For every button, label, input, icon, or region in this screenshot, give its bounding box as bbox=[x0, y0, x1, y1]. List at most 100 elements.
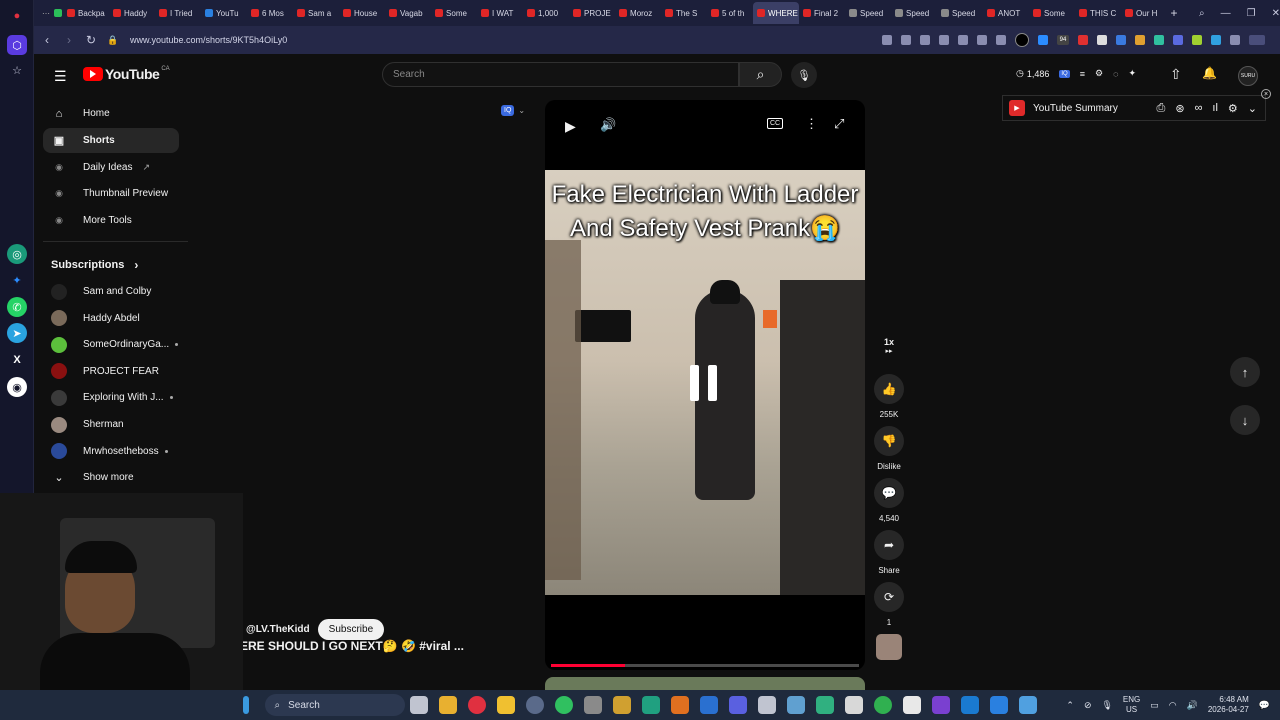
menu-icon[interactable] bbox=[996, 35, 1006, 45]
audio-icon[interactable]: ıl bbox=[1212, 102, 1218, 115]
subscription-item[interactable]: Sam and Colby bbox=[43, 279, 179, 304]
app-diamond-icon[interactable] bbox=[787, 696, 805, 714]
next-short-button[interactable]: ↓ bbox=[1230, 405, 1260, 435]
comments-button[interactable]: 💬 4,540 bbox=[869, 478, 909, 523]
tray-volume-icon[interactable]: 🔊 bbox=[1187, 700, 1198, 711]
forward-icon[interactable]: › bbox=[58, 33, 80, 47]
list-icon[interactable]: ≡ bbox=[1080, 69, 1085, 79]
app-white-icon[interactable] bbox=[845, 696, 863, 714]
app-sheet-icon[interactable] bbox=[816, 696, 834, 714]
tab-item[interactable]: ANOT bbox=[983, 2, 1029, 24]
captions-icon[interactable]: CC bbox=[767, 118, 784, 129]
chrome-icon[interactable] bbox=[526, 696, 544, 714]
profile-icon[interactable] bbox=[1015, 33, 1029, 47]
dislike-button[interactable]: 👎 Dislike bbox=[869, 426, 909, 471]
app-bolt-icon[interactable] bbox=[497, 696, 515, 714]
remix-button[interactable]: ⟳ 1 bbox=[869, 582, 909, 627]
shorts-player[interactable]: ▶ 🔊 CC ⋮ ⤢ Fake Electrician With Ladder … bbox=[545, 100, 865, 670]
app-green-icon[interactable] bbox=[555, 696, 573, 714]
extension-5-icon[interactable] bbox=[1154, 35, 1164, 45]
new-tab-button[interactable]: + bbox=[1167, 2, 1181, 24]
heart-icon[interactable] bbox=[958, 35, 968, 45]
tab-item[interactable]: I Tried bbox=[155, 2, 201, 24]
language-indicator[interactable]: ENG US bbox=[1123, 695, 1140, 715]
clock[interactable]: 6:48 AM 2026-04-27 bbox=[1208, 695, 1249, 715]
subscription-item[interactable]: Haddy Abdel bbox=[43, 306, 179, 331]
tab-item[interactable]: WHERE bbox=[753, 2, 800, 24]
download-icon[interactable] bbox=[977, 35, 987, 45]
app-purple-icon[interactable] bbox=[932, 696, 950, 714]
app-yellow-icon[interactable] bbox=[613, 696, 631, 714]
file-explorer-icon[interactable] bbox=[439, 696, 457, 714]
tab-item[interactable]: Final 2 bbox=[799, 2, 845, 24]
iq-icon[interactable]: IQ bbox=[1059, 69, 1070, 78]
avatar[interactable]: SURU bbox=[1238, 66, 1258, 86]
taskbar-search[interactable]: ⌕ Search bbox=[264, 694, 405, 716]
pinboard-icon[interactable]: ☆ bbox=[7, 60, 27, 80]
upload-icon[interactable]: ⇧ bbox=[1170, 66, 1182, 83]
extension-2-icon[interactable] bbox=[1078, 35, 1088, 45]
extension-1-icon[interactable] bbox=[1038, 35, 1048, 45]
like-button[interactable]: 👍 255K bbox=[869, 374, 909, 419]
extension-3-icon[interactable] bbox=[1116, 35, 1126, 45]
short-title[interactable]: ERE SHOULD I GO NEXT🤔 🤣 #viral ... bbox=[240, 639, 530, 653]
more-options-icon[interactable]: ⋮ bbox=[805, 116, 818, 132]
glasses-icon[interactable]: ∞ bbox=[1195, 102, 1203, 115]
app-network-icon[interactable] bbox=[758, 696, 776, 714]
tab-item[interactable]: Our H bbox=[1121, 2, 1167, 24]
opera-logo-icon[interactable]: ● bbox=[7, 6, 27, 26]
subscription-item[interactable]: PROJECT FEAR bbox=[43, 359, 179, 384]
notifications-icon[interactable]: 🔔 bbox=[1202, 66, 1217, 80]
play-icon[interactable] bbox=[939, 35, 949, 45]
sidebar-item-thumbnail-preview[interactable]: ◉ Thumbnail Preview bbox=[43, 181, 179, 206]
tab-item[interactable]: Speed bbox=[891, 2, 937, 24]
transcript-icon[interactable]: ⎙ bbox=[1157, 102, 1166, 115]
url-text[interactable]: www.youtube.com/shorts/9KT5h4OiLy0 bbox=[130, 35, 287, 45]
vlc-icon[interactable] bbox=[671, 696, 689, 714]
tray-mic-icon[interactable]: 🎙 bbox=[1101, 700, 1112, 711]
rss-icon[interactable] bbox=[1097, 35, 1107, 45]
workspace-icon[interactable]: ⬡ bbox=[7, 35, 27, 55]
sidebar-item-home[interactable]: ⌂ Home bbox=[43, 101, 179, 126]
camera-icon[interactable] bbox=[901, 35, 911, 45]
play-icon[interactable]: ▶ bbox=[565, 118, 576, 135]
app-obs-icon[interactable] bbox=[903, 696, 921, 714]
next-short-preview[interactable] bbox=[545, 677, 865, 690]
search-tabs-icon[interactable]: ⌕ bbox=[1199, 8, 1205, 19]
tab-item[interactable]: 6 Mos bbox=[247, 2, 293, 24]
settings-icon[interactable]: ⚙ bbox=[1228, 102, 1238, 115]
show-more-button[interactable]: ⌄ Show more bbox=[43, 465, 179, 490]
tab-item[interactable]: Haddy bbox=[109, 2, 155, 24]
subscribe-button[interactable]: Subscribe bbox=[317, 619, 385, 640]
close-panel-icon[interactable]: × bbox=[1261, 89, 1271, 99]
subscription-item[interactable]: Sherman bbox=[43, 412, 179, 437]
sidebar-item-shorts[interactable]: ▣ Shorts bbox=[43, 127, 179, 153]
telegram-icon[interactable]: ➤ bbox=[7, 323, 27, 343]
youtube-logo[interactable]: YouTube CA bbox=[83, 66, 170, 82]
windows-start-icon[interactable] bbox=[243, 696, 249, 714]
subscription-item[interactable]: SomeOrdinaryGa... bbox=[43, 332, 179, 357]
maximize-icon[interactable]: ❐ bbox=[1247, 8, 1256, 19]
channel-name[interactable]: @LV.TheKidd bbox=[246, 624, 310, 635]
speed-control[interactable]: 1x ▸▸ bbox=[869, 337, 909, 355]
music-icon[interactable]: ◉ bbox=[7, 377, 27, 397]
ai-icon[interactable] bbox=[1249, 35, 1265, 45]
puzzle-icon[interactable] bbox=[1230, 35, 1240, 45]
tab-item[interactable]: Some bbox=[1029, 2, 1075, 24]
discord-icon[interactable] bbox=[729, 696, 747, 714]
tray-wifi-icon[interactable]: ◠ bbox=[1169, 700, 1177, 711]
app-blue-icon[interactable] bbox=[700, 696, 718, 714]
volume-icon[interactable]: 🔊 bbox=[600, 117, 616, 133]
search-button[interactable]: ⌕ bbox=[739, 62, 782, 87]
search-input[interactable]: Search bbox=[382, 62, 739, 87]
chatgpt-icon[interactable]: ◎ bbox=[7, 244, 27, 264]
subscription-item[interactable]: Mrwhosetheboss bbox=[43, 439, 179, 464]
tab-pinned[interactable] bbox=[50, 2, 63, 24]
chatgpt-icon[interactable]: ⊛ bbox=[1175, 102, 1184, 115]
tray-display-icon[interactable]: ▭ bbox=[1150, 700, 1159, 711]
task-view-icon[interactable] bbox=[410, 696, 428, 714]
hamburger-menu-icon[interactable]: ☰ bbox=[54, 68, 67, 85]
edit-icon[interactable] bbox=[882, 35, 892, 45]
chevron-down-icon[interactable]: ⌄ bbox=[1248, 102, 1257, 115]
tab-item[interactable]: The S bbox=[661, 2, 707, 24]
